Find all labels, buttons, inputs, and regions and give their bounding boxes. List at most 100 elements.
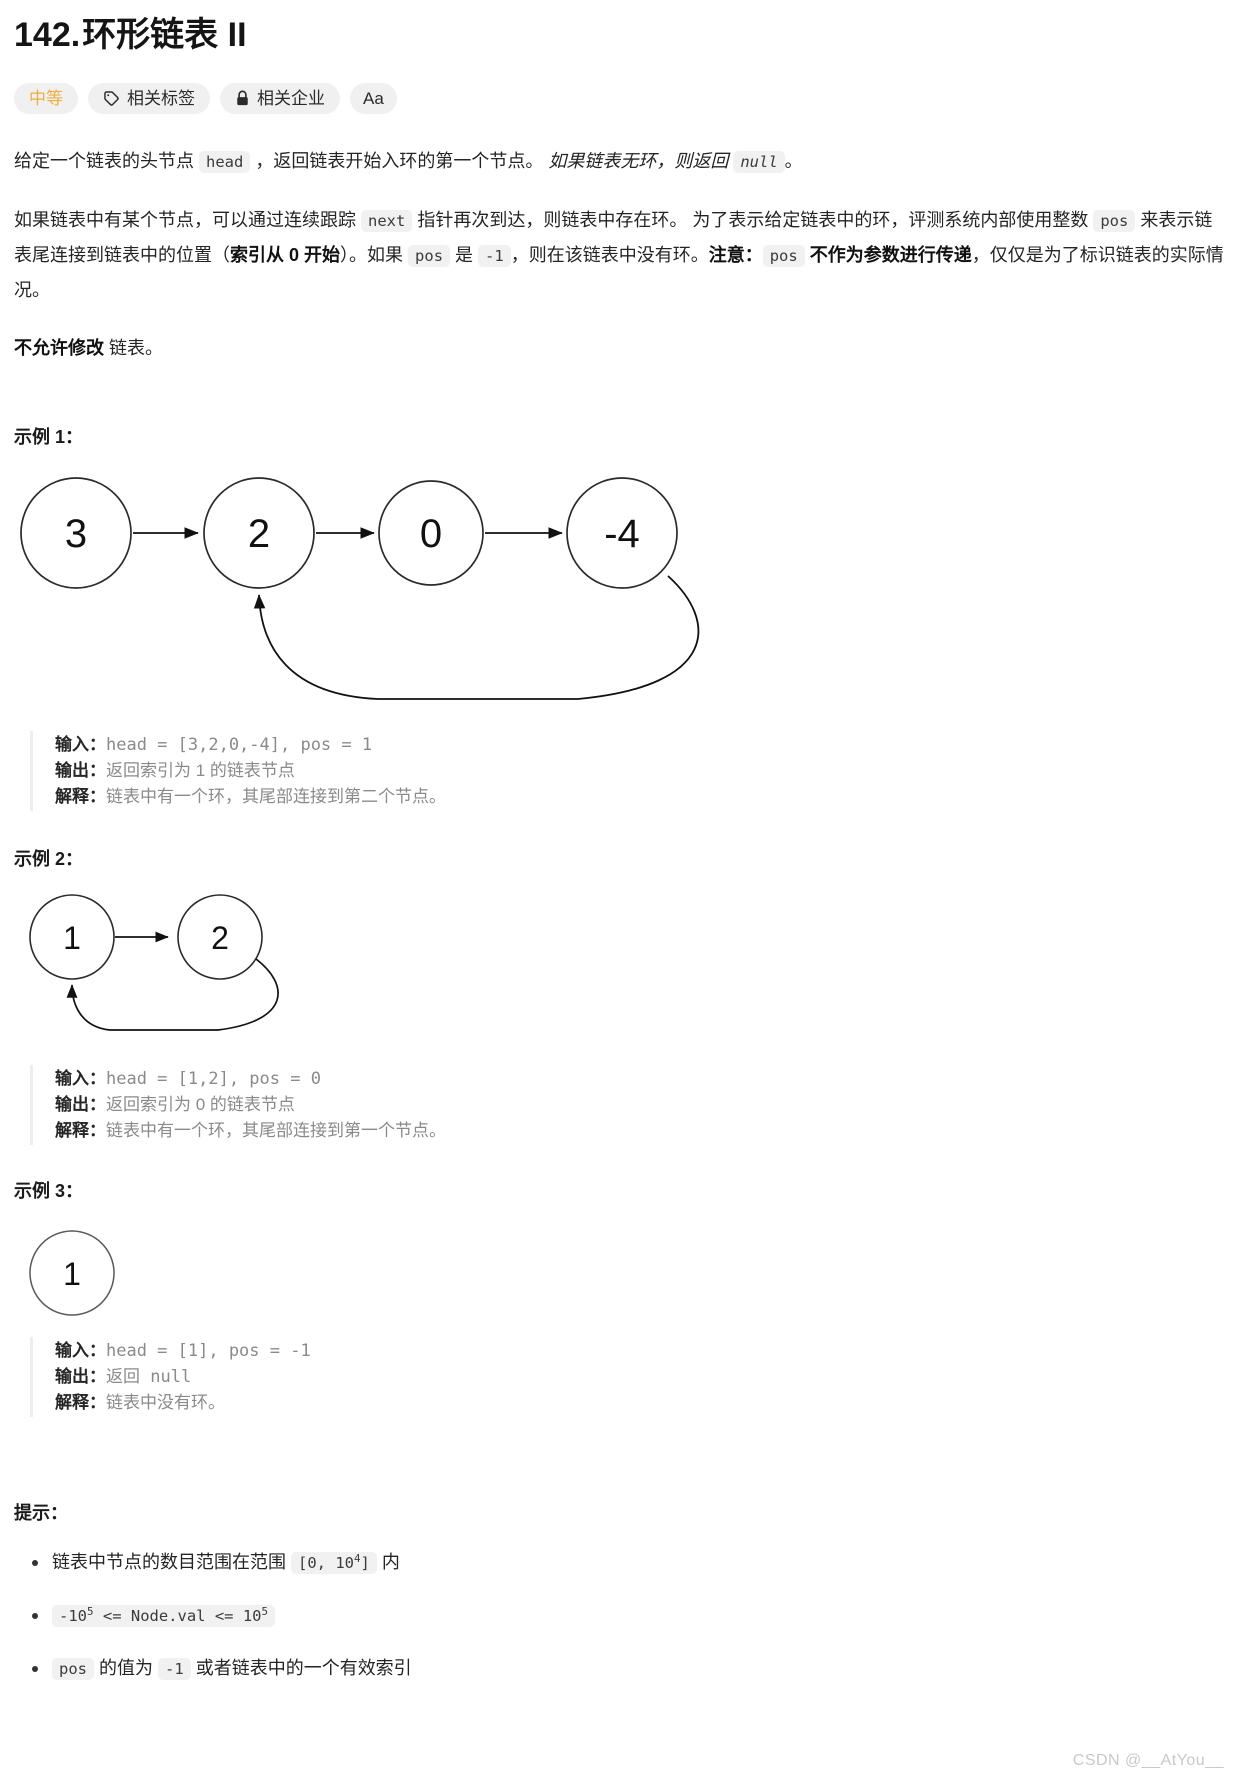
hints-heading: 提示： <box>14 1502 68 1523</box>
node-value: 2 <box>211 920 229 956</box>
hint-1-code-tail: ] <box>360 1553 370 1572</box>
desc-p2-text-2: 指针再次到达，则链表中存在环。 为了表示给定链表中的环，评测系统内部使用整数 <box>412 209 1094 230</box>
desc-p2-text-6: ，则在该链表中没有环。 <box>510 244 709 265</box>
example-3-input: 输入：head = [1], pos = -1 <box>55 1338 1230 1364</box>
example-2-block: 输入：head = [1,2], pos = 0 输出：返回索引为 0 的链表节… <box>30 1064 1230 1145</box>
input-value: head = [3,2,0,-4], pos = 1 <box>106 734 373 755</box>
desc-p1-text-2: ，返回链表开始入环的第一个节点。 <box>250 150 549 171</box>
explanation-value: 链表中没有环。 <box>106 1392 225 1412</box>
explanation-value: 链表中有一个环，其尾部连接到第一个节点。 <box>106 1120 446 1140</box>
example-2-output: 输出：返回索引为 0 的链表节点 <box>55 1092 1230 1118</box>
tag-icon <box>103 90 120 107</box>
lock-icon <box>235 90 250 107</box>
problem-page: 142.环形链表 II 中等 相关标签 相关企业 Aa 给定一个链表的头节点 h… <box>0 0 1242 1684</box>
output-value: 返回索引为 1 的链表节点 <box>106 760 295 780</box>
meta-pill-row: 中等 相关标签 相关企业 Aa <box>14 82 1230 114</box>
hint-item: pos 的值为 -1 或者链表中的一个有效索引 <box>30 1653 1230 1684</box>
desc-p1-text-3: 。 <box>784 150 803 171</box>
example-3-explanation: 解释：链表中没有环。 <box>55 1390 1230 1416</box>
desc-p1-text-1: 给定一个链表的头节点 <box>14 150 199 171</box>
node-value: 2 <box>248 512 270 556</box>
problem-number: 142. <box>14 16 81 54</box>
desc-p1-emphasis: 如果链表无环，则返回 <box>548 150 734 171</box>
node-value: 1 <box>63 920 81 956</box>
csdn-watermark: CSDN @__AtYou__ <box>1072 1752 1224 1769</box>
example-3-heading: 示例 3： <box>14 1180 84 1201</box>
hint-3-text-2: 或者链表中的一个有效索引 <box>190 1657 412 1678</box>
hint-3-code-pos: pos <box>52 1657 94 1680</box>
example-3-diagram: 1 <box>29 1229 115 1316</box>
example-1-diagram: 3 2 0 -4 <box>20 476 700 700</box>
font-size-icon: Aa <box>363 88 384 108</box>
example-3-block: 输入：head = [1], pos = -1 输出：返回 null 解释：链表… <box>30 1336 1230 1417</box>
code-chip-next: next <box>361 209 413 232</box>
output-label: 输出： <box>55 1094 106 1114</box>
desc-p2-text-5: 是 <box>450 244 479 265</box>
desc-p3-text: 链表。 <box>104 337 164 358</box>
example-2-heading: 示例 2： <box>14 848 84 869</box>
example-1-explanation: 解释：链表中有一个环，其尾部连接到第二个节点。 <box>55 784 1230 810</box>
hint-1-code-main: [0, 10 <box>298 1553 354 1572</box>
description-paragraph-2: 如果链表中有某个节点，可以通过连续跟踪 next 指针再次到达，则链表中存在环。… <box>14 203 1228 307</box>
example-3-output: 输出：返回 null <box>55 1364 1230 1390</box>
output-label: 输出： <box>55 760 106 780</box>
output-label: 输出： <box>55 1366 106 1386</box>
hint-3-code-minus-one: -1 <box>158 1657 191 1680</box>
input-value: head = [1,2], pos = 0 <box>106 1068 321 1089</box>
example-1-heading: 示例 1： <box>14 426 84 447</box>
code-chip-head: head <box>199 150 251 173</box>
difficulty-label: 中等 <box>29 88 63 108</box>
node-value: 3 <box>65 512 87 556</box>
related-tags-button[interactable]: 相关标签 <box>88 82 210 114</box>
hint-2-code: -105 <= Node.val <= 105 <box>52 1604 276 1627</box>
output-value: 返回 null <box>106 1366 192 1387</box>
example-2-diagram: 1 2 <box>29 893 279 1031</box>
related-companies-label: 相关企业 <box>257 88 325 108</box>
code-chip-minus-one: -1 <box>478 244 511 267</box>
desc-p2-bold-1: 索引从 0 开始 <box>230 244 341 265</box>
example-2-input: 输入：head = [1,2], pos = 0 <box>55 1066 1230 1092</box>
explanation-label: 解释： <box>55 786 106 806</box>
input-label: 输入： <box>55 1340 106 1360</box>
hint-2-code-tail: <= Node.val <= 10 <box>93 1606 262 1625</box>
explanation-label: 解释： <box>55 1120 106 1140</box>
font-size-button[interactable]: Aa <box>350 82 397 114</box>
related-companies-button[interactable]: 相关企业 <box>220 82 340 114</box>
difficulty-badge[interactable]: 中等 <box>14 82 78 114</box>
input-label: 输入： <box>55 1068 106 1088</box>
related-tags-label: 相关标签 <box>127 88 195 108</box>
hint-2-code-main: -10 <box>59 1606 87 1625</box>
explanation-label: 解释： <box>55 1392 106 1412</box>
hint-1-code: [0, 104] <box>291 1551 377 1574</box>
hint-2-code-sup-2: 5 <box>261 1604 269 1618</box>
desc-p2-bold-2: 注意： <box>708 244 763 265</box>
node-value: 1 <box>63 1256 81 1292</box>
node-value: 0 <box>420 512 442 556</box>
desc-p2-bold-3: 不作为参数进行传递 <box>804 244 972 265</box>
code-chip-pos-1: pos <box>1093 209 1136 232</box>
input-value: head = [1], pos = -1 <box>106 1340 311 1361</box>
hint-3-text-1: 的值为 <box>94 1657 159 1678</box>
explanation-value: 链表中有一个环，其尾部连接到第二个节点。 <box>106 786 446 806</box>
code-chip-pos-3: pos <box>762 244 805 267</box>
input-label: 输入： <box>55 734 106 754</box>
hint-item: -105 <= Node.val <= 105 <box>30 1600 1230 1631</box>
code-chip-null: null <box>733 150 785 173</box>
description-paragraph-1: 给定一个链表的头节点 head ，返回链表开始入环的第一个节点。 如果链表无环，… <box>14 144 1228 179</box>
desc-p2-text-4: ）。如果 <box>340 244 409 265</box>
example-1-block: 输入：head = [3,2,0,-4], pos = 1 输出：返回索引为 1… <box>30 730 1230 811</box>
hint-1-text-2: 内 <box>376 1551 400 1572</box>
desc-p2-text-1: 如果链表中有某个节点，可以通过连续跟踪 <box>14 209 361 230</box>
example-1-output: 输出：返回索引为 1 的链表节点 <box>55 758 1230 784</box>
hint-1-text-1: 链表中节点的数目范围在范围 <box>52 1551 291 1572</box>
output-value: 返回索引为 0 的链表节点 <box>106 1094 295 1114</box>
problem-title-text: 环形链表 II <box>82 16 247 54</box>
example-1-input: 输入：head = [3,2,0,-4], pos = 1 <box>55 732 1230 758</box>
page-title: 142.环形链表 II <box>14 14 1230 57</box>
hints-list: 链表中节点的数目范围在范围 [0, 104] 内 -10 5 <= Node.va… <box>12 1547 1230 1684</box>
desc-p3-bold: 不允许修改 <box>14 337 104 358</box>
code-chip-pos-2: pos <box>408 244 451 267</box>
example-2-explanation: 解释：链表中有一个环，其尾部连接到第一个节点。 <box>55 1118 1230 1144</box>
node-value: -4 <box>604 512 640 556</box>
description-paragraph-3: 不允许修改 链表。 <box>14 331 1228 365</box>
